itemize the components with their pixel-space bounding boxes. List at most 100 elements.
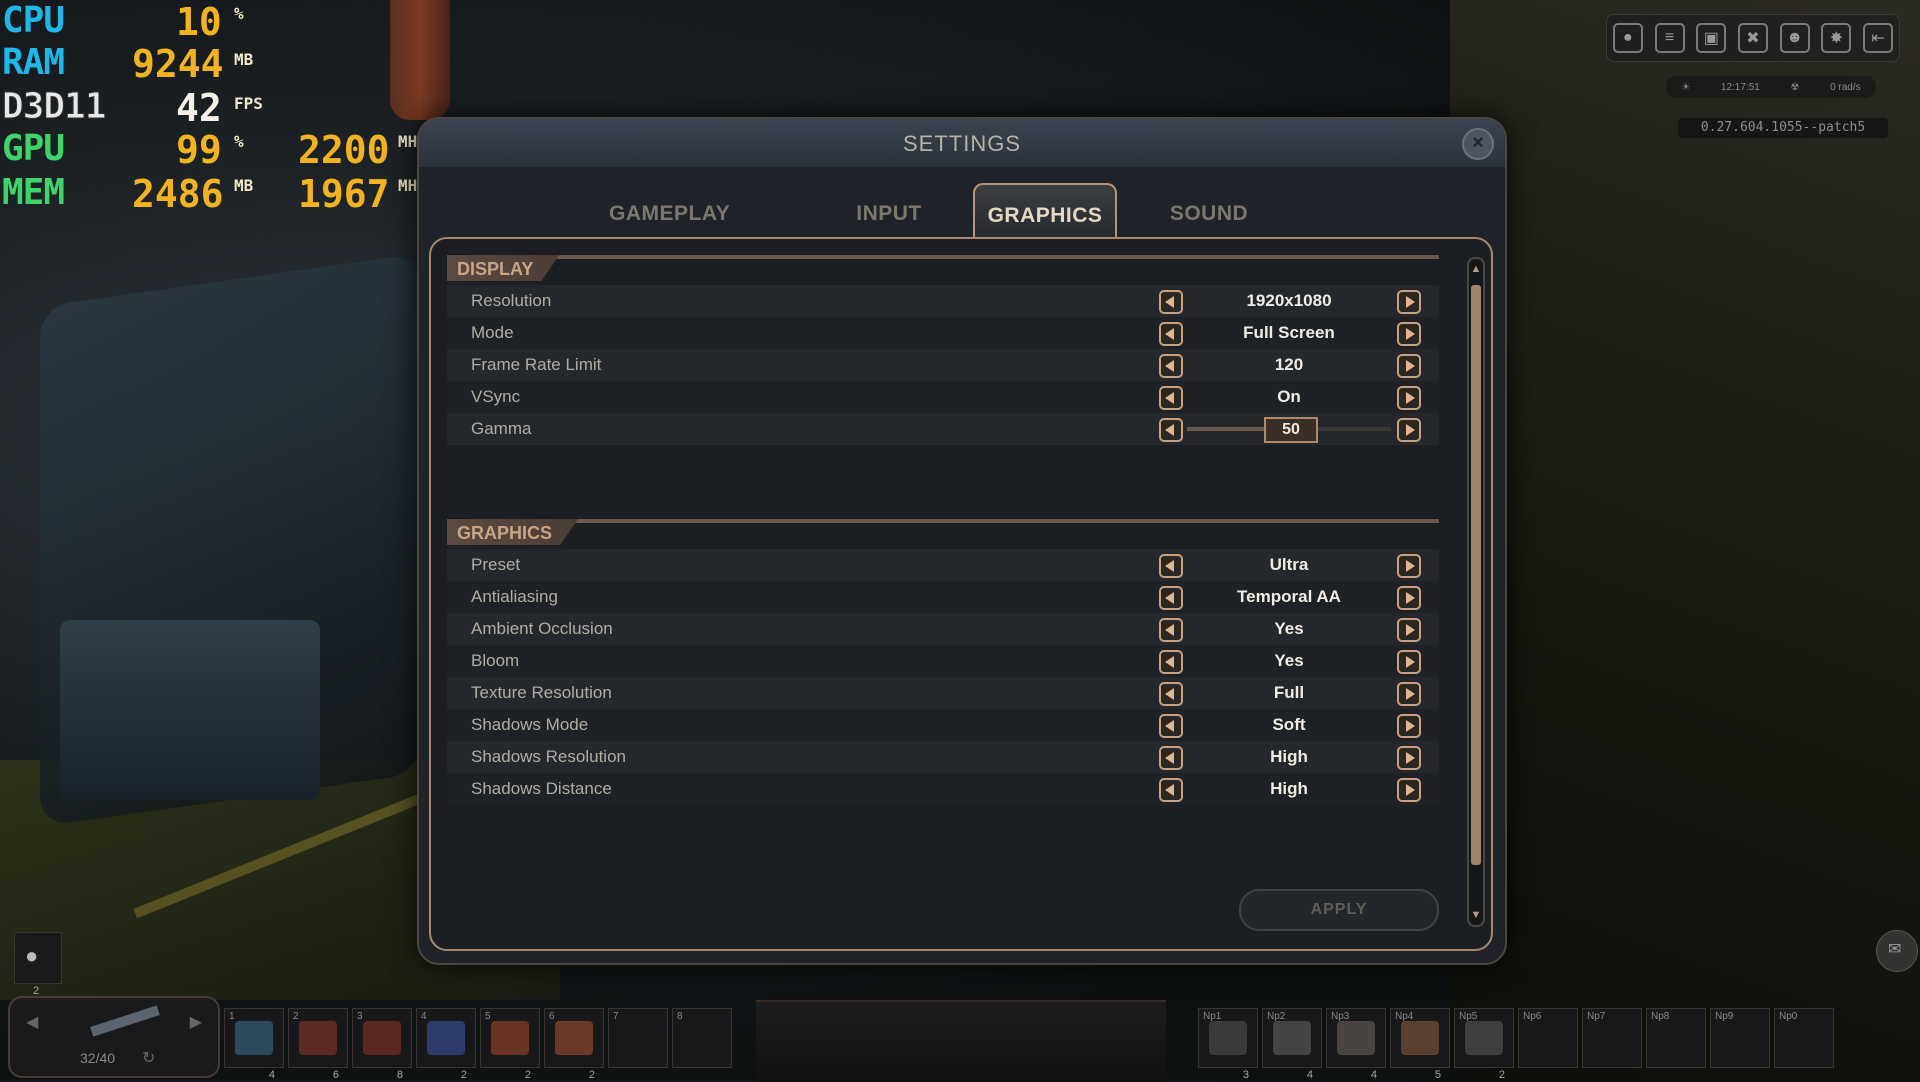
prev-arrow-icon[interactable] bbox=[1159, 618, 1183, 642]
next-arrow-icon[interactable] bbox=[1397, 290, 1421, 314]
section-divider bbox=[447, 519, 1439, 523]
prev-arrow-icon[interactable] bbox=[1159, 290, 1183, 314]
next-arrow-icon[interactable] bbox=[1397, 682, 1421, 706]
tab-gameplay[interactable]: GAMEPLAY bbox=[609, 183, 730, 237]
next-arrow-icon[interactable] bbox=[1397, 778, 1421, 802]
prev-arrow-icon[interactable] bbox=[1159, 682, 1183, 706]
next-arrow-icon[interactable] bbox=[1397, 554, 1421, 578]
perf-api-label: D3D11 bbox=[1, 86, 106, 128]
next-arrow-icon[interactable] bbox=[1397, 586, 1421, 610]
setting-row-shadows-mode: Shadows Mode Soft bbox=[447, 709, 1439, 741]
setting-value: High bbox=[1270, 747, 1308, 766]
arm-icon bbox=[1401, 1021, 1439, 1055]
slot-count: 8 bbox=[396, 1069, 403, 1081]
slot-number: 2 bbox=[293, 1011, 299, 1022]
setting-row-mode: Mode Full Screen bbox=[447, 317, 1439, 349]
tab-input[interactable]: INPUT bbox=[839, 183, 939, 237]
setting-label: Shadows Resolution bbox=[471, 747, 626, 766]
numpad-slot-2[interactable]: Np2 4 bbox=[1262, 1008, 1322, 1081]
prev-arrow-icon[interactable] bbox=[1159, 554, 1183, 578]
setting-value: Temporal AA bbox=[1237, 587, 1341, 606]
scroll-up-icon[interactable]: ▲ bbox=[1470, 263, 1482, 275]
weapon-prev-icon[interactable]: ◀ bbox=[26, 1012, 38, 1032]
quick-slot-7[interactable]: 7 bbox=[608, 1008, 668, 1068]
prev-arrow-icon[interactable] bbox=[1159, 354, 1183, 378]
prev-arrow-icon[interactable] bbox=[1159, 418, 1183, 442]
chat-button[interactable]: ✉ bbox=[1876, 930, 1918, 972]
numpad-slot-4[interactable]: Np4 5 bbox=[1390, 1008, 1450, 1081]
prev-arrow-icon[interactable] bbox=[1159, 650, 1183, 674]
setting-value: High bbox=[1270, 779, 1308, 798]
slot-count: 2 bbox=[524, 1069, 531, 1081]
character-icon[interactable]: ☻ bbox=[1779, 23, 1810, 53]
quick-slot-5[interactable]: 52 bbox=[480, 1008, 540, 1081]
settings-scrollbar[interactable]: ▲ ▼ bbox=[1467, 257, 1485, 927]
quick-slot-1[interactable]: 14 bbox=[224, 1008, 284, 1081]
rifle-icon bbox=[90, 1005, 160, 1037]
setting-value: 1920x1080 bbox=[1246, 291, 1332, 310]
claw-attack-icon bbox=[299, 1021, 337, 1055]
fire-claw-icon bbox=[491, 1021, 529, 1055]
skills-icon[interactable]: ✸ bbox=[1821, 23, 1852, 53]
numpad-slot-0[interactable]: Np0 bbox=[1774, 1008, 1834, 1068]
tab-graphics[interactable]: GRAPHICS bbox=[973, 183, 1117, 239]
next-arrow-icon[interactable] bbox=[1397, 322, 1421, 346]
reload-icon[interactable]: ↻ bbox=[142, 1048, 155, 1068]
weapon-next-icon[interactable]: ▶ bbox=[190, 1012, 202, 1032]
next-arrow-icon[interactable] bbox=[1397, 418, 1421, 442]
setting-label: Gamma bbox=[471, 419, 532, 438]
slot-number: Np8 bbox=[1651, 1011, 1670, 1022]
perf-fps-value: 42 bbox=[176, 86, 222, 130]
numpad-slot-7[interactable]: Np7 bbox=[1582, 1008, 1642, 1068]
game-time: 12:17:51 bbox=[1720, 81, 1760, 93]
quick-slot-3[interactable]: 38 bbox=[352, 1008, 412, 1081]
close-button[interactable]: × bbox=[1462, 128, 1494, 160]
prev-arrow-icon[interactable] bbox=[1159, 778, 1183, 802]
setting-row-vsync: VSync On bbox=[447, 381, 1439, 413]
numpad-slot-3[interactable]: Np3 4 bbox=[1326, 1008, 1386, 1081]
numpad-slot-1[interactable]: Np1 3 bbox=[1198, 1008, 1258, 1081]
mask-slot[interactable]: ● 2 bbox=[14, 932, 62, 997]
numpad-slot-8[interactable]: Np8 bbox=[1646, 1008, 1706, 1068]
quick-slot-6[interactable]: 62 bbox=[544, 1008, 604, 1081]
perf-cpu-label: CPU bbox=[2, 0, 65, 41]
quick-slot-2[interactable]: 26 bbox=[288, 1008, 348, 1081]
top-right-menu-bar: ● ≡ ▣ ✖ ☻ ✸ ⇤ bbox=[1606, 14, 1900, 62]
next-arrow-icon[interactable] bbox=[1397, 386, 1421, 410]
list-icon[interactable]: ≡ bbox=[1654, 23, 1685, 53]
gamma-slider-handle[interactable]: 50 bbox=[1264, 417, 1318, 443]
weapon-panel[interactable]: ◀ ▶ 32/40 ↻ bbox=[8, 996, 220, 1078]
backpack-icon[interactable]: ▣ bbox=[1696, 23, 1727, 53]
setting-row-shadows-distance: Shadows Distance High bbox=[447, 773, 1439, 805]
perf-ram-label: RAM bbox=[2, 42, 65, 83]
slot-count: 4 bbox=[268, 1069, 275, 1081]
tools-icon[interactable]: ✖ bbox=[1737, 23, 1768, 53]
next-arrow-icon[interactable] bbox=[1397, 618, 1421, 642]
prev-arrow-icon[interactable] bbox=[1159, 322, 1183, 346]
setting-label: Antialiasing bbox=[471, 587, 558, 606]
quick-slot-8[interactable]: 8 bbox=[672, 1008, 732, 1068]
signal-icon bbox=[1209, 1021, 1247, 1055]
exit-icon[interactable]: ⇤ bbox=[1863, 23, 1894, 53]
next-arrow-icon[interactable] bbox=[1397, 714, 1421, 738]
quick-slot-4[interactable]: 42 bbox=[416, 1008, 476, 1081]
apply-button[interactable]: APPLY bbox=[1239, 889, 1439, 931]
slot-number: Np0 bbox=[1779, 1011, 1798, 1022]
prev-arrow-icon[interactable] bbox=[1159, 386, 1183, 410]
slot-number: Np9 bbox=[1715, 1011, 1734, 1022]
numpad-slot-6[interactable]: Np6 bbox=[1518, 1008, 1578, 1068]
tab-sound[interactable]: SOUND bbox=[1149, 183, 1269, 237]
next-arrow-icon[interactable] bbox=[1397, 650, 1421, 674]
prev-arrow-icon[interactable] bbox=[1159, 714, 1183, 738]
prev-arrow-icon[interactable] bbox=[1159, 586, 1183, 610]
slot-number: 8 bbox=[677, 1011, 683, 1022]
prev-arrow-icon[interactable] bbox=[1159, 746, 1183, 770]
numpad-slot-9[interactable]: Np9 bbox=[1710, 1008, 1770, 1068]
scroll-down-icon[interactable]: ▼ bbox=[1470, 909, 1482, 921]
scrollbar-thumb[interactable] bbox=[1471, 285, 1481, 865]
gamma-slider[interactable]: 50 bbox=[1187, 417, 1391, 443]
numpad-slot-5[interactable]: Np5 2 bbox=[1454, 1008, 1514, 1081]
map-pin-icon[interactable]: ● bbox=[1612, 23, 1643, 53]
next-arrow-icon[interactable] bbox=[1397, 354, 1421, 378]
next-arrow-icon[interactable] bbox=[1397, 746, 1421, 770]
